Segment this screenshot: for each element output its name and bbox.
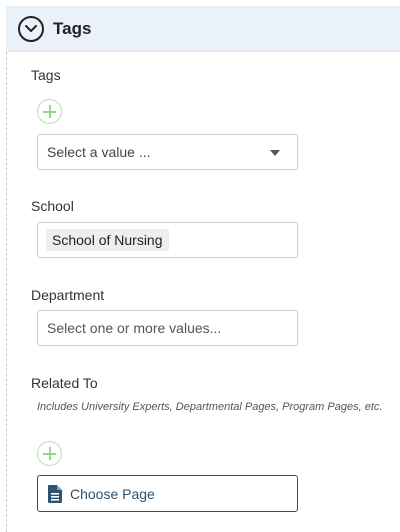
tags-label: Tags — [31, 67, 61, 83]
department-placeholder: Select one or more values... — [47, 320, 222, 336]
related-to-help-text: Includes University Experts, Departmenta… — [37, 401, 383, 413]
section-title: Tags — [53, 18, 92, 38]
school-label: School — [31, 198, 74, 214]
document-icon — [48, 484, 62, 503]
caret-down-icon — [270, 150, 280, 156]
tags-select-placeholder: Select a value ... — [47, 144, 151, 160]
choose-page-button[interactable]: Choose Page — [37, 475, 298, 512]
related-add-plus-icon[interactable] — [37, 441, 62, 466]
department-label: Department — [31, 287, 105, 303]
tags-add-plus-icon[interactable] — [37, 99, 62, 124]
chevron-down-circle-icon[interactable] — [18, 15, 44, 42]
department-multiselect[interactable]: Select one or more values... — [37, 310, 298, 346]
choose-page-label: Choose Page — [70, 485, 155, 502]
school-selected-chip[interactable]: School of Nursing — [46, 229, 169, 251]
related-to-label: Related To — [31, 375, 98, 391]
tags-select[interactable]: Select a value ... — [37, 134, 298, 170]
tags-section-header[interactable]: Tags — [6, 6, 400, 52]
school-multiselect[interactable]: School of Nursing — [37, 222, 298, 258]
tags-section-body: Tags Select a value ... School School of… — [6, 52, 400, 532]
